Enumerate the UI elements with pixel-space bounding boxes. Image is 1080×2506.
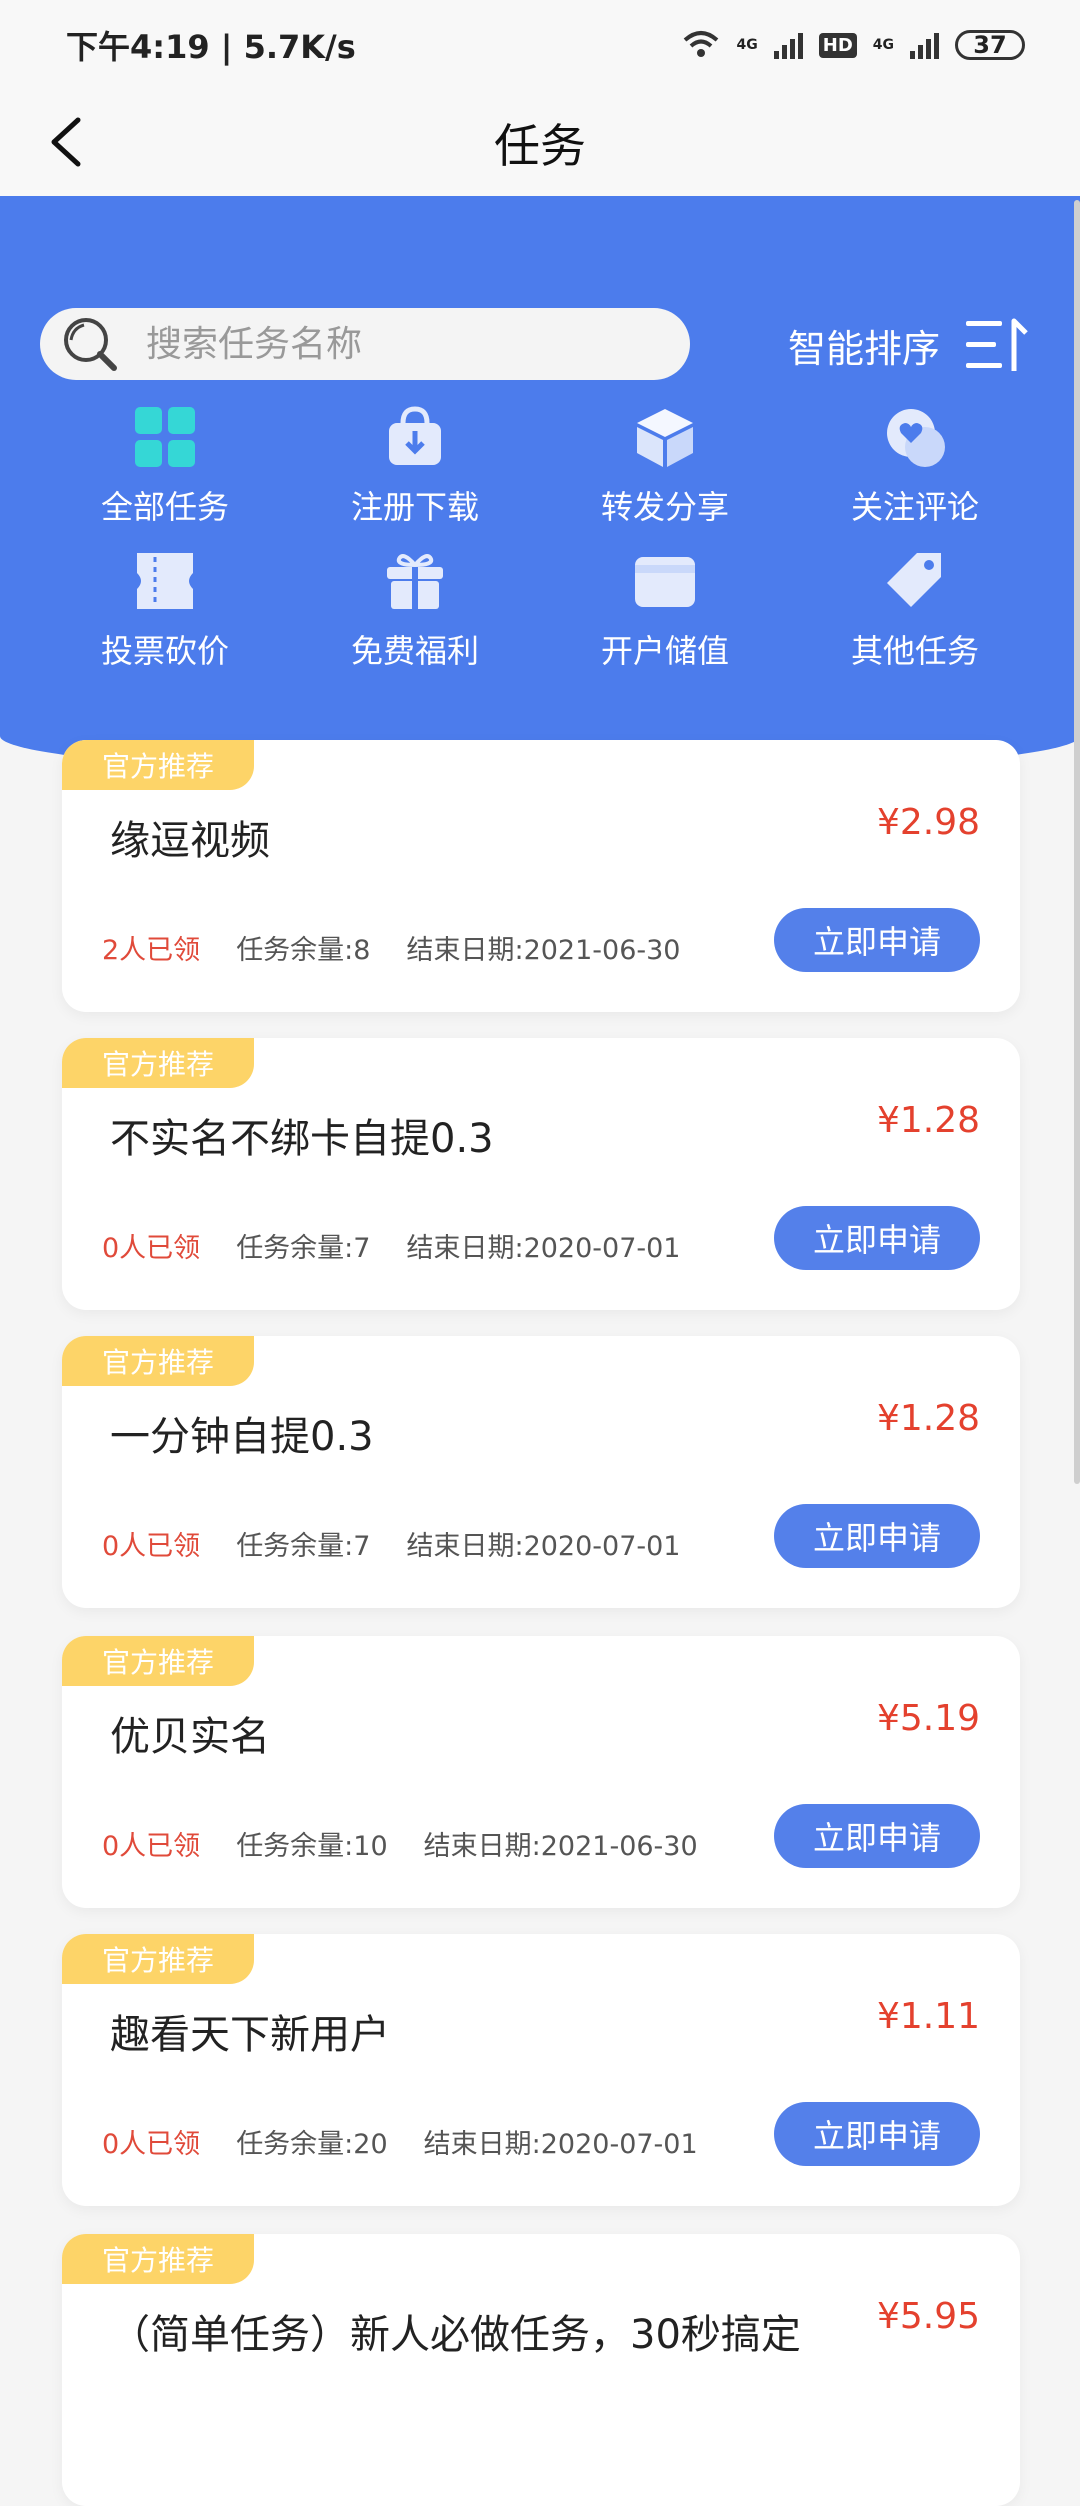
remaining-count: 任务余量:10 [236,1831,388,1862]
category-label: 转发分享 [600,488,729,526]
task-title: 趣看天下新用户 [110,2012,390,2058]
category-label: 开户储值 [600,632,729,670]
sort-button[interactable]: 智能排序 [788,315,1030,375]
task-card[interactable]: 官方推荐 趣看天下新用户 ¥1.11 0人已领 任务余量:20 结束日期:202… [62,1934,1020,2206]
apply-button[interactable]: 立即申请 [774,1206,980,1270]
gift-icon [380,546,450,616]
remaining-count: 任务余量:20 [236,2129,388,2160]
category-register-download[interactable]: 注册下载 [290,402,540,542]
back-arrow-icon[interactable] [40,112,100,172]
task-meta: 0人已领 任务余量:7 结束日期:2020-07-01 [102,1524,680,1563]
category-label: 关注评论 [850,488,979,526]
task-title: 优贝实名 [110,1714,270,1760]
task-meta: 0人已领 任务余量:7 结束日期:2020-07-01 [102,1226,680,1265]
task-price: ¥1.28 [876,1398,980,1439]
task-price: ¥2.98 [876,802,980,843]
claimed-count: 0人已领 [102,2129,201,2160]
network-type-1: 4G [736,37,758,53]
task-meta: 2人已领 任务余量:8 结束日期:2021-06-30 [102,928,680,967]
task-card[interactable]: 官方推荐 优贝实名 ¥5.19 0人已领 任务余量:10 结束日期:2021-0… [62,1636,1020,1908]
tag-icon [880,546,950,616]
recommended-badge: 官方推荐 [62,1038,254,1088]
task-title: 一分钟自提0.3 [110,1414,374,1460]
category-follow-comment[interactable]: 关注评论 [790,402,1040,542]
category-other-tasks[interactable]: 其他任务 [790,546,1040,686]
end-date: 结束日期:2021-06-30 [406,935,681,966]
signal-icon-2 [910,31,939,59]
category-label: 其他任务 [850,632,979,670]
heart-chat-icon [880,402,950,472]
grid-icon [130,402,200,472]
claimed-count: 2人已领 [102,935,201,966]
battery-icon: 37 [955,30,1025,60]
status-icons: 4G HD 4G 37 [681,30,1025,60]
status-bar: 下午4:19 | 5.7K/s 4G HD 4G 37 [0,0,1080,90]
end-date: 结束日期:2021-06-30 [423,1831,698,1862]
task-title: 缘逗视频 [110,818,270,864]
ticket-icon [130,546,200,616]
task-title: 不实名不绑卡自提0.3 [110,1116,494,1162]
task-card[interactable]: 官方推荐 （简单任务）新人必做任务，30秒搞定 ¥5.95 [62,2234,1020,2506]
page-title: 任务 [494,119,586,173]
wallet-icon [630,546,700,616]
scrollbar[interactable] [1074,200,1080,1484]
apply-button[interactable]: 立即申请 [774,1504,980,1568]
search-bar[interactable] [40,308,690,380]
category-free-benefits[interactable]: 免费福利 [290,546,540,686]
sort-label: 智能排序 [788,326,941,371]
download-bag-icon [380,402,450,472]
remaining-count: 任务余量:7 [236,1233,371,1264]
apply-button[interactable]: 立即申请 [774,2102,980,2166]
task-price: ¥5.19 [876,1698,980,1739]
category-label: 免费福利 [350,632,479,670]
task-price: ¥1.11 [876,1996,980,2037]
category-grid: 全部任务 注册下载 转发分享 关注评论 投票砍价 免费福利 开户储值 其他任务 [0,402,1080,686]
recommended-badge: 官方推荐 [62,1336,254,1386]
search-input[interactable] [144,322,648,366]
task-price: ¥1.28 [876,1100,980,1141]
apply-button[interactable]: 立即申请 [774,908,980,972]
remaining-count: 任务余量:7 [236,1531,371,1562]
task-card[interactable]: 官方推荐 不实名不绑卡自提0.3 ¥1.28 0人已领 任务余量:7 结束日期:… [62,1038,1020,1310]
apply-button[interactable]: 立即申请 [774,1804,980,1868]
recommended-badge: 官方推荐 [62,1636,254,1686]
task-price: ¥5.95 [876,2296,980,2337]
task-meta: 0人已领 任务余量:20 结束日期:2020-07-01 [102,2122,698,2161]
category-label: 投票砍价 [100,632,229,670]
claimed-count: 0人已领 [102,1233,201,1264]
remaining-count: 任务余量:8 [236,935,371,966]
category-label: 注册下载 [350,488,479,526]
network-type-2: 4G [872,37,894,53]
cube-icon [630,402,700,472]
end-date: 结束日期:2020-07-01 [423,2129,698,2160]
sort-icon [966,318,1028,371]
hd-icon: HD [818,32,857,58]
task-title: （简单任务）新人必做任务，30秒搞定 [110,2312,801,2358]
claimed-count: 0人已领 [102,1831,201,1862]
task-card[interactable]: 官方推荐 缘逗视频 ¥2.98 2人已领 任务余量:8 结束日期:2021-06… [62,740,1020,1012]
claimed-count: 0人已领 [102,1531,201,1562]
signal-icon [773,31,803,59]
search-icon [64,318,117,371]
category-all-tasks[interactable]: 全部任务 [40,402,290,542]
recommended-badge: 官方推荐 [62,1934,254,1984]
end-date: 结束日期:2020-07-01 [406,1531,681,1562]
status-time-speed: 下午4:19 | 5.7K/s [66,28,356,66]
navigation-bar: 任务 [0,90,1080,196]
category-label: 全部任务 [100,488,229,526]
task-meta: 0人已领 任务余量:10 结束日期:2021-06-30 [102,1824,698,1863]
end-date: 结束日期:2020-07-01 [406,1233,681,1264]
category-account-deposit[interactable]: 开户储值 [540,546,790,686]
wifi-icon [683,31,718,57]
category-share[interactable]: 转发分享 [540,402,790,542]
task-card[interactable]: 官方推荐 一分钟自提0.3 ¥1.28 0人已领 任务余量:7 结束日期:202… [62,1336,1020,1608]
recommended-badge: 官方推荐 [62,740,254,790]
recommended-badge: 官方推荐 [62,2234,254,2284]
category-vote-bargain[interactable]: 投票砍价 [40,546,290,686]
